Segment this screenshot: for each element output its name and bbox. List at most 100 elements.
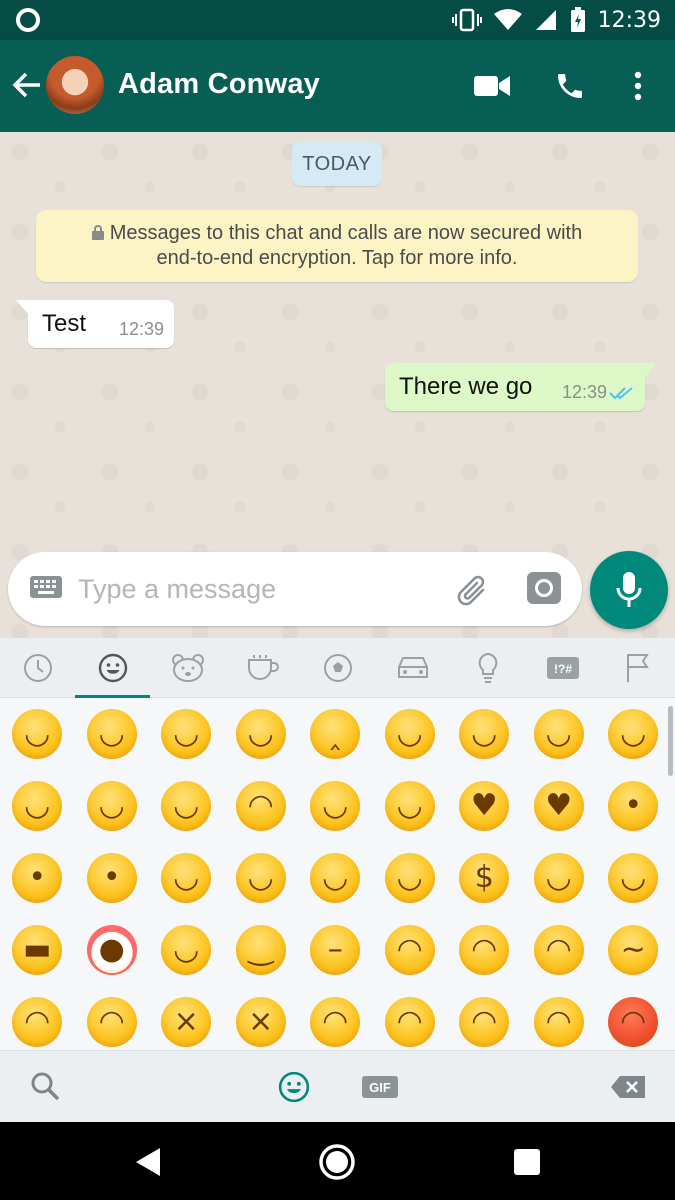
emoji-hugging[interactable]: ◡ bbox=[522, 842, 597, 914]
message-time: 12:39 bbox=[561, 382, 607, 402]
emoji-tab-icon[interactable] bbox=[278, 1071, 310, 1103]
system-nav-bar bbox=[0, 1122, 675, 1200]
emoji-slight-smile[interactable]: ◡ bbox=[149, 770, 224, 842]
nav-back-button[interactable] bbox=[128, 1142, 168, 1182]
rage-icon: ◠ bbox=[608, 997, 659, 1047]
emoji-heart-eyes[interactable]: ♥ bbox=[447, 770, 522, 842]
encryption-notice[interactable]: Messages to this chat and calls are now … bbox=[36, 210, 638, 282]
emoji-grinning[interactable]: ◡ bbox=[0, 698, 75, 770]
stuck-out-tongue-winking-icon: ◡ bbox=[235, 853, 286, 903]
emoji-pensive[interactable]: ◠ bbox=[447, 914, 522, 986]
smirk-icon: ‿ bbox=[235, 925, 286, 975]
emoji-relieved[interactable]: ◡ bbox=[373, 770, 448, 842]
nav-recents-button[interactable] bbox=[507, 1142, 547, 1182]
nav-home-button[interactable] bbox=[317, 1142, 357, 1182]
emoji-confused[interactable]: ∼ bbox=[596, 914, 671, 986]
voice-record-button[interactable] bbox=[590, 551, 668, 629]
attach-icon[interactable] bbox=[453, 570, 493, 610]
emoji-tired[interactable]: ◠ bbox=[298, 986, 373, 1050]
emoji-yum[interactable]: ◡ bbox=[149, 842, 224, 914]
kissing-heart-icon: ♥ bbox=[533, 781, 584, 831]
emoji-frowning[interactable]: ◠ bbox=[75, 986, 150, 1050]
emoji-confounded[interactable]: × bbox=[224, 986, 299, 1050]
emoji-kissing-heart[interactable]: ♥ bbox=[522, 770, 597, 842]
emoji-rage[interactable]: ◠ bbox=[596, 986, 671, 1050]
search-icon[interactable] bbox=[30, 1071, 60, 1101]
emoji-clown[interactable]: ● bbox=[75, 914, 150, 986]
emoji-stuck-out-tongue-winking[interactable]: ◡ bbox=[224, 842, 299, 914]
hugging-icon: ◡ bbox=[533, 853, 584, 903]
backspace-icon[interactable] bbox=[610, 1075, 646, 1099]
date-chip: TODAY bbox=[292, 142, 382, 186]
back-button[interactable] bbox=[10, 68, 44, 102]
tab-flags[interactable] bbox=[600, 638, 675, 698]
more-vert-icon bbox=[634, 71, 642, 101]
symbols-icon: !?# bbox=[546, 657, 579, 679]
wifi-icon bbox=[493, 9, 522, 30]
tab-travel[interactable] bbox=[375, 638, 450, 698]
emoji-weary[interactable]: ◠ bbox=[373, 986, 448, 1050]
more-options-button[interactable] bbox=[618, 66, 658, 106]
innocent-icon: ◡ bbox=[86, 781, 137, 831]
emoji-stuck-out-tongue-closed-eyes[interactable]: ◡ bbox=[298, 842, 373, 914]
emoji-grin[interactable]: ◡ bbox=[224, 698, 299, 770]
incoming-message[interactable]: Test 12:39 bbox=[16, 300, 174, 348]
emoji-joy[interactable]: ◡ bbox=[447, 698, 522, 770]
joy-icon: ◡ bbox=[459, 709, 510, 759]
emoji-smile[interactable]: ◡ bbox=[149, 698, 224, 770]
stuck-out-tongue-icon: ◡ bbox=[384, 853, 435, 903]
emoji-upside-down[interactable]: ◠ bbox=[224, 770, 299, 842]
voice-call-button[interactable] bbox=[550, 66, 590, 106]
tab-smileys[interactable] bbox=[75, 638, 150, 698]
camera-icon[interactable] bbox=[526, 571, 562, 605]
video-call-button[interactable] bbox=[472, 66, 512, 106]
encryption-text-line2: end-to-end encryption. Tap for more info… bbox=[156, 247, 518, 269]
emoji-kissing[interactable]: • bbox=[596, 770, 671, 842]
emoji-laughing[interactable]: ‸ bbox=[298, 698, 373, 770]
pensive-icon: ◠ bbox=[459, 925, 510, 975]
emoji-blush[interactable]: ◡ bbox=[0, 770, 75, 842]
emoji-rofl[interactable]: ◡ bbox=[522, 698, 597, 770]
emoji-persevere[interactable]: × bbox=[149, 986, 224, 1050]
emoji-kissing-closed-eyes[interactable]: • bbox=[75, 842, 150, 914]
emoji-unamused[interactable]: – bbox=[298, 914, 373, 986]
battery-icon bbox=[570, 7, 585, 32]
emoji-slight-frown[interactable]: ◠ bbox=[0, 986, 75, 1050]
emoji-cowboy[interactable]: ◡ bbox=[149, 914, 224, 986]
tab-symbols[interactable]: !?# bbox=[525, 638, 600, 698]
emoji-stuck-out-tongue[interactable]: ◡ bbox=[373, 842, 448, 914]
tab-recent[interactable] bbox=[0, 638, 75, 698]
scrollbar[interactable] bbox=[668, 706, 673, 776]
emoji-relaxed[interactable]: ◡ bbox=[596, 698, 671, 770]
sweat-smile-icon: ◡ bbox=[384, 709, 435, 759]
triangle-back-icon bbox=[136, 1148, 160, 1176]
emoji-innocent[interactable]: ◡ bbox=[75, 770, 150, 842]
emoji-money-mouth[interactable]: $ bbox=[447, 842, 522, 914]
rofl-icon: ◡ bbox=[533, 709, 584, 759]
tab-animals[interactable] bbox=[150, 638, 225, 698]
emoji-worried[interactable]: ◠ bbox=[522, 914, 597, 986]
emoji-smirk[interactable]: ‿ bbox=[224, 914, 299, 986]
emoji-sweat-smile[interactable]: ◡ bbox=[373, 698, 448, 770]
emoji-triumph[interactable]: ◠ bbox=[447, 986, 522, 1050]
emoji-sunglasses[interactable]: ▬ bbox=[0, 914, 75, 986]
avatar[interactable] bbox=[46, 56, 104, 114]
grin-icon: ◡ bbox=[235, 709, 286, 759]
emoji-angry[interactable]: ◠ bbox=[522, 986, 597, 1050]
emoji-disappointed[interactable]: ◠ bbox=[373, 914, 448, 986]
tab-activity[interactable] bbox=[300, 638, 375, 698]
emoji-wink[interactable]: ◡ bbox=[298, 770, 373, 842]
persevere-icon: × bbox=[161, 997, 212, 1047]
tab-objects[interactable] bbox=[450, 638, 525, 698]
message-input[interactable] bbox=[78, 566, 448, 612]
emoji-smiley[interactable]: ◡ bbox=[75, 698, 150, 770]
contact-name[interactable]: Adam Conway bbox=[118, 68, 320, 101]
outgoing-message[interactable]: There we go 12:39 bbox=[385, 363, 657, 411]
tab-food[interactable] bbox=[225, 638, 300, 698]
gif-button[interactable]: GIF bbox=[362, 1076, 398, 1098]
keyboard-icon[interactable] bbox=[30, 576, 62, 600]
emoji-nerd[interactable]: ◡ bbox=[596, 842, 671, 914]
nerd-icon: ◡ bbox=[608, 853, 659, 903]
laughing-icon: ‸ bbox=[310, 709, 361, 759]
emoji-kissing-smiling-eyes[interactable]: • bbox=[0, 842, 75, 914]
